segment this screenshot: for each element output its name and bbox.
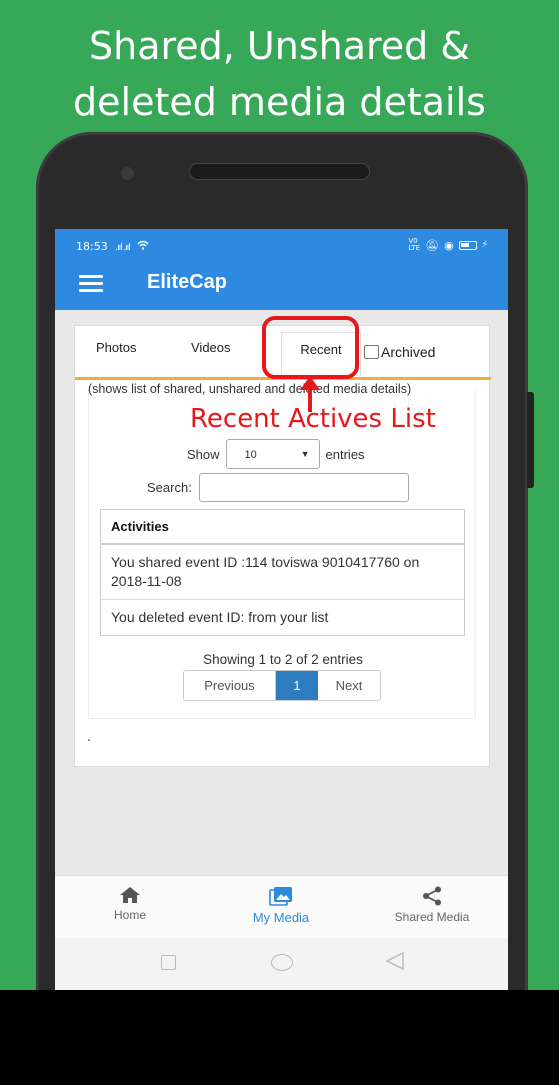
back-button[interactable] bbox=[385, 951, 405, 974]
home-icon bbox=[120, 887, 140, 903]
app-title: EliteCap bbox=[147, 271, 228, 293]
menu-icon[interactable] bbox=[79, 275, 103, 292]
table-row: You shared event ID :114 toviswa 9010417… bbox=[101, 545, 464, 600]
entries-value: 10 bbox=[244, 449, 257, 461]
nav-my-media-label: My Media bbox=[252, 910, 310, 925]
nav-home-label: Home bbox=[113, 908, 146, 922]
annotation-label: Recent Actives List bbox=[190, 404, 436, 434]
show-label: Show bbox=[187, 446, 220, 462]
headline-line-1: Shared, Unshared & bbox=[88, 24, 470, 68]
status-time: 18:53 bbox=[76, 240, 108, 253]
bottom-bar bbox=[0, 990, 559, 1085]
promo-headline: Shared, Unshared & deleted media details bbox=[0, 18, 559, 130]
volte-icon: V0 LTE bbox=[408, 237, 421, 252]
table-header: Activities bbox=[101, 510, 464, 545]
archived-checkbox[interactable] bbox=[364, 345, 379, 359]
app-bar: EliteCap bbox=[55, 257, 508, 310]
dropdown-arrow-icon: ▼ bbox=[300, 449, 310, 459]
mute-icon: 🔕︎ bbox=[425, 238, 440, 252]
status-icons: V0 LTE 🔕︎ ◉ ⚡︎ bbox=[408, 238, 488, 252]
trailing-dot: . bbox=[87, 730, 91, 744]
show-entries: Show 10 ▼ entries bbox=[187, 439, 365, 469]
previous-button[interactable]: Previous bbox=[184, 671, 276, 700]
tab-photos[interactable]: Photos bbox=[96, 340, 136, 355]
battery-icon bbox=[458, 240, 477, 250]
location-icon: ◉ bbox=[444, 238, 454, 252]
nav-shared-label: Shared Media bbox=[394, 910, 470, 924]
nav-home[interactable]: Home bbox=[75, 886, 185, 922]
table-row: You deleted event ID: from your list bbox=[111, 609, 329, 625]
wifi-icon bbox=[137, 240, 149, 253]
headline-line-2: deleted media details bbox=[73, 80, 486, 124]
charging-icon: ⚡︎ bbox=[481, 240, 488, 250]
table-info: Showing 1 to 2 of 2 entries bbox=[203, 652, 363, 667]
bottom-navigation: Home My Media Shared Media bbox=[55, 875, 508, 938]
front-camera bbox=[121, 167, 134, 180]
activities-table: Activities You shared event ID :114 tovi… bbox=[100, 509, 465, 636]
search-input[interactable] bbox=[198, 473, 409, 502]
phone-speaker bbox=[189, 163, 370, 180]
photo-library-icon bbox=[269, 887, 292, 906]
entries-label: entries bbox=[325, 446, 365, 462]
nav-shared-media[interactable]: Shared Media bbox=[377, 886, 487, 924]
nav-my-media[interactable]: My Media bbox=[226, 886, 336, 925]
next-button[interactable]: Next bbox=[318, 671, 380, 700]
recents-button[interactable] bbox=[161, 955, 176, 970]
entries-select[interactable]: 10 ▼ bbox=[225, 439, 320, 469]
home-system-button[interactable] bbox=[271, 954, 293, 971]
recent-description: (shows list of shared, unshared and dele… bbox=[88, 382, 412, 396]
pagination: Previous 1 Next bbox=[183, 670, 381, 701]
tab-videos[interactable]: Videos bbox=[191, 340, 231, 355]
share-icon bbox=[423, 886, 441, 906]
page-1-button[interactable]: 1 bbox=[276, 671, 318, 700]
search-label: Search: bbox=[147, 480, 192, 495]
system-navigation bbox=[55, 938, 508, 990]
signal-icon: .ııl .ııl bbox=[115, 243, 131, 253]
phone-side-button bbox=[527, 392, 534, 488]
tab-archived[interactable]: Archived bbox=[364, 344, 435, 360]
media-card: Photos Videos Recent Archived (shows lis… bbox=[74, 325, 491, 767]
archived-label: Archived bbox=[381, 344, 436, 360]
recent-tab-highlight bbox=[262, 316, 359, 379]
status-bar: 18:53 .ııl .ııl V0 LTE 🔕︎ ◉ ⚡︎ bbox=[55, 229, 508, 257]
search-row: Search: bbox=[147, 473, 409, 502]
